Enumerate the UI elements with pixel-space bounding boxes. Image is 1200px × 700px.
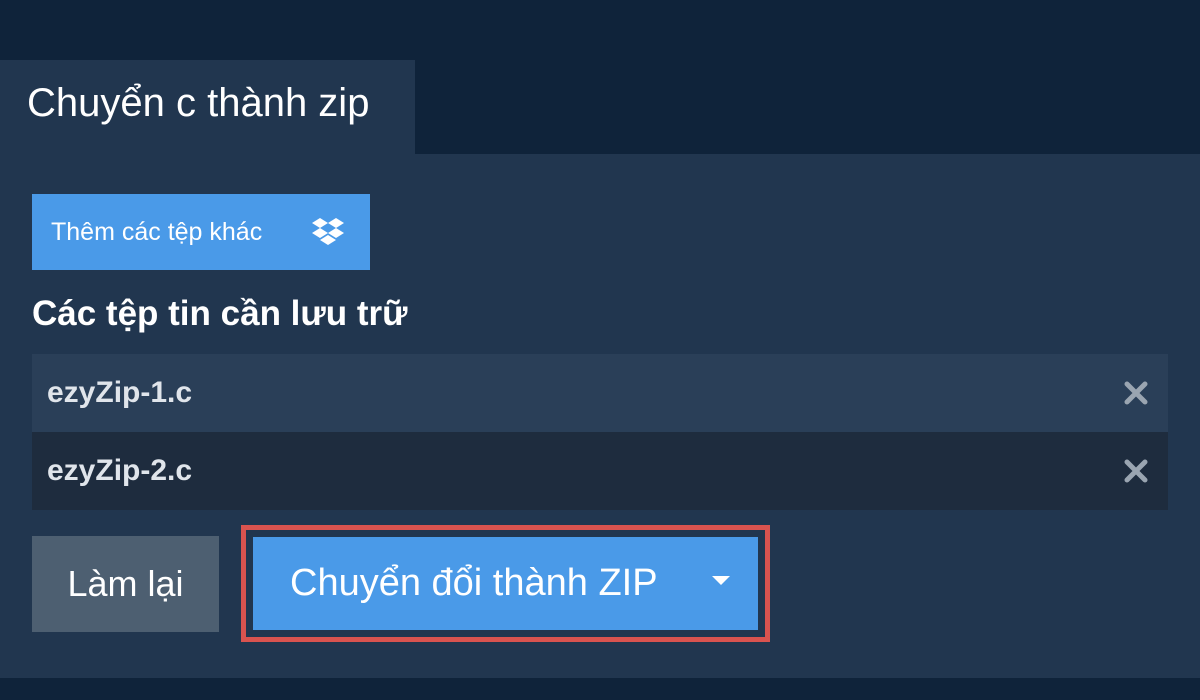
- add-more-files-label: Thêm các tệp khác: [51, 217, 263, 246]
- file-list-item: ezyZip-2.c: [32, 432, 1168, 510]
- tab-title: Chuyển c thành zip: [27, 81, 370, 125]
- file-list-item: ezyZip-1.c: [32, 354, 1168, 432]
- reset-button[interactable]: Làm lại: [32, 536, 219, 632]
- close-icon[interactable]: [1122, 457, 1150, 485]
- convert-button-highlight: Chuyển đổi thành ZIP: [241, 525, 770, 642]
- dropbox-icon[interactable]: [310, 214, 346, 250]
- file-name: ezyZip-1.c: [47, 376, 193, 409]
- tab-convert-c-to-zip[interactable]: Chuyển c thành zip: [0, 60, 415, 156]
- files-section-title: Các tệp tin cần lưu trữ: [32, 294, 408, 333]
- close-icon[interactable]: [1122, 379, 1150, 407]
- reset-label: Làm lại: [67, 563, 184, 604]
- add-more-files-button[interactable]: Thêm các tệp khác: [32, 194, 370, 270]
- convert-label: Chuyển đổi thành ZIP: [290, 562, 658, 604]
- convert-to-zip-button[interactable]: Chuyển đổi thành ZIP: [253, 537, 758, 630]
- converter-panel: Thêm các tệp khác Các tệp tin cần lưu tr…: [0, 154, 1200, 678]
- caret-down-icon[interactable]: [712, 576, 730, 585]
- file-name: ezyZip-2.c: [47, 454, 193, 487]
